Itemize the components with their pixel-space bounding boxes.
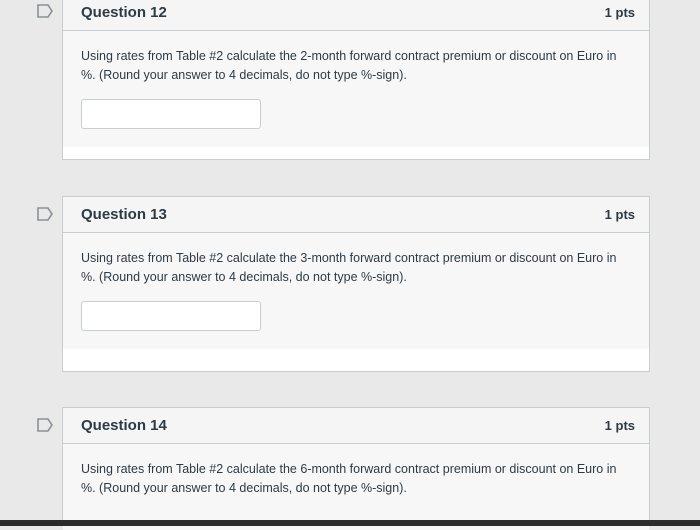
question-title: Question 13 <box>81 206 167 223</box>
question-text: Using rates from Table #2 calculate the … <box>81 462 617 495</box>
question-card-13: Question 13 1 pts Using rates from Table… <box>62 196 650 372</box>
flag-question-icon[interactable] <box>36 4 54 18</box>
question-body: Using rates from Table #2 calculate the … <box>63 233 649 349</box>
answer-input[interactable] <box>81 301 261 331</box>
question-body: Using rates from Table #2 calculate the … <box>63 444 649 530</box>
question-header: Question 13 1 pts <box>63 197 649 233</box>
question-text: Using rates from Table #2 calculate the … <box>81 251 617 284</box>
bottom-edge <box>0 520 700 526</box>
question-title: Question 14 <box>81 417 167 434</box>
question-title: Question 12 <box>81 4 167 21</box>
question-body: Using rates from Table #2 calculate the … <box>63 31 649 147</box>
answer-input[interactable] <box>81 99 261 129</box>
question-header: Question 12 1 pts <box>63 0 649 31</box>
question-points: 1 pts <box>604 207 635 222</box>
flag-question-icon[interactable] <box>36 207 54 221</box>
question-card-12: Question 12 1 pts Using rates from Table… <box>62 0 650 160</box>
question-card-14: Question 14 1 pts Using rates from Table… <box>62 407 650 530</box>
question-header: Question 14 1 pts <box>63 408 649 444</box>
question-points: 1 pts <box>604 5 635 20</box>
flag-question-icon[interactable] <box>36 418 54 432</box>
question-points: 1 pts <box>604 418 635 433</box>
question-text: Using rates from Table #2 calculate the … <box>81 49 617 82</box>
